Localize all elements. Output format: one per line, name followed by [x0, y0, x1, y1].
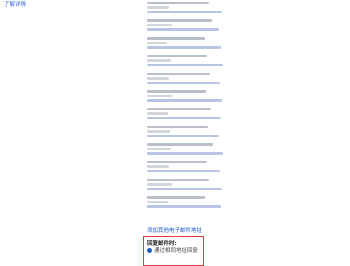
blurred-email-detail: [147, 112, 168, 115]
blurred-email-detail: [147, 165, 169, 168]
blurred-email-name: [147, 90, 206, 93]
blurred-email-detail: [147, 41, 167, 45]
blurred-email-actions[interactable]: [147, 116, 221, 120]
email-entry: [147, 106, 267, 124]
add-email-address-link[interactable]: 添加其他电子邮件地址: [147, 226, 202, 234]
blurred-email-actions[interactable]: [147, 134, 219, 138]
email-entry: [147, 18, 267, 36]
blurred-email-detail: [147, 130, 170, 133]
blurred-email-detail: [147, 23, 172, 27]
blurred-email-name: [147, 178, 209, 182]
blurred-email-actions[interactable]: [147, 187, 222, 191]
email-entry: [147, 177, 267, 195]
blurred-email-detail: [147, 94, 173, 98]
blurred-email-actions[interactable]: [147, 81, 220, 85]
blurred-email-actions[interactable]: [147, 152, 223, 155]
blurred-email-detail: [147, 6, 169, 9]
blurred-email-actions[interactable]: [147, 10, 222, 14]
email-entry: [147, 71, 267, 89]
blurred-email-detail: [147, 77, 169, 80]
email-address-list: [147, 0, 267, 212]
blurred-email-name: [147, 37, 205, 40]
blurred-email-name: [147, 72, 210, 76]
radio-selected-icon[interactable]: [147, 247, 152, 253]
email-entry: [147, 53, 267, 71]
blurred-email-actions[interactable]: [147, 46, 221, 49]
reply-option-label: 通过相同地址回复: [154, 248, 199, 254]
blurred-email-detail: [147, 147, 171, 151]
blurred-email-name: [147, 196, 205, 199]
blurred-email-name: [147, 107, 211, 111]
blurred-email-actions[interactable]: [147, 169, 220, 173]
blurred-email-name: [147, 54, 207, 58]
blurred-email-actions[interactable]: [147, 63, 223, 67]
blurred-email-name: [147, 125, 208, 129]
blurred-email-name: [147, 1, 209, 5]
blurred-email-detail: [147, 183, 172, 186]
blurred-email-name: [147, 19, 212, 22]
email-entry: [147, 35, 267, 53]
blurred-email-actions[interactable]: [147, 99, 222, 102]
blurred-email-actions[interactable]: [147, 28, 219, 31]
blurred-email-name: [147, 160, 207, 164]
email-entry: [147, 124, 267, 142]
reply-setting-panel: 回复邮件时: 通过相同地址回复: [143, 236, 204, 266]
blurred-email-name: [147, 143, 213, 146]
email-entry: [147, 195, 267, 213]
email-entry: [147, 0, 267, 18]
learn-more-link[interactable]: 了解详情: [4, 0, 26, 8]
email-entry: [147, 142, 267, 160]
blurred-email-detail: [147, 200, 168, 204]
email-entry: [147, 88, 267, 106]
reply-option-same-address[interactable]: 通过相同地址回复: [147, 246, 198, 254]
email-entry: [147, 159, 267, 177]
blurred-email-actions[interactable]: [147, 205, 221, 208]
blurred-email-detail: [147, 59, 171, 62]
